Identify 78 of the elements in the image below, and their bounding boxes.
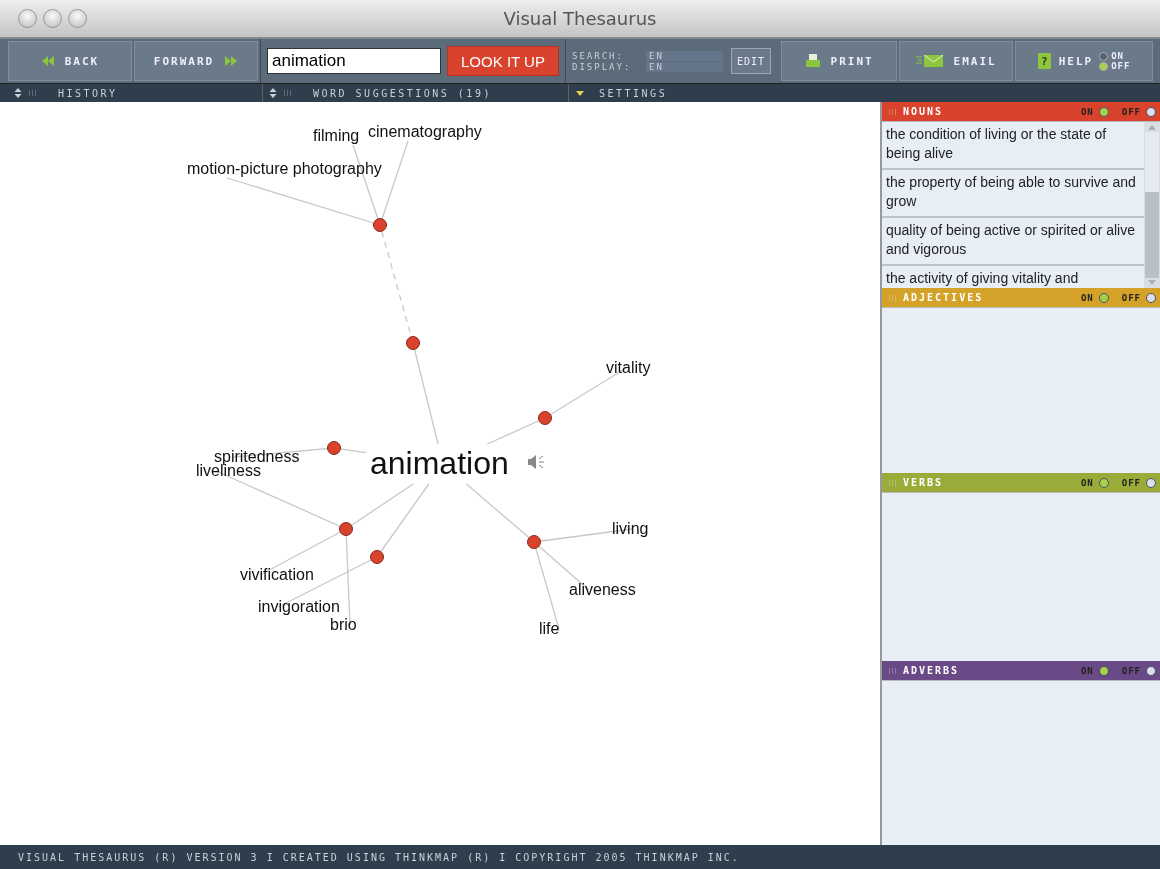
grip-icon <box>888 108 898 115</box>
grip-icon <box>888 667 898 674</box>
word-label[interactable]: motion-picture photography <box>187 160 382 177</box>
word-label[interactable]: living <box>612 520 649 537</box>
printer-icon <box>804 53 821 69</box>
panel-title: ADJECTIVES <box>903 292 984 303</box>
meaning-node[interactable] <box>406 336 420 350</box>
on-radio[interactable] <box>1098 292 1109 303</box>
display-language-value: EN <box>646 61 723 72</box>
off-radio[interactable] <box>1146 665 1156 676</box>
word-label[interactable]: filming <box>313 127 360 144</box>
display-language-label: DISPLAY: <box>572 61 633 72</box>
up-down-icon <box>14 88 22 98</box>
help-on-radio[interactable] <box>1099 51 1109 61</box>
back-arrows-icon <box>40 56 55 66</box>
back-button[interactable]: BACK <box>8 41 132 81</box>
meaning-node[interactable] <box>370 550 384 564</box>
on-radio[interactable] <box>1098 477 1109 488</box>
search-field[interactable]: animation <box>267 48 441 74</box>
edit-button[interactable]: EDIT <box>731 48 772 74</box>
search-language-label: SEARCH: <box>572 50 625 61</box>
up-down-icon <box>269 88 277 98</box>
off-radio[interactable] <box>1146 292 1156 303</box>
word-label[interactable]: brio <box>330 616 357 633</box>
off-label: OFF <box>1121 106 1141 117</box>
section-toggle[interactable]: HISTORY <box>8 84 124 102</box>
word-label[interactable]: vivification <box>240 566 314 583</box>
meaning-node[interactable] <box>538 411 552 425</box>
word-label[interactable]: cinematography <box>368 123 482 140</box>
off-label: OFF <box>1121 477 1141 488</box>
on-label: ON <box>1080 106 1094 117</box>
zoom-button[interactable] <box>68 9 87 28</box>
on-label: ON <box>1080 477 1094 488</box>
search-language-value: EN <box>646 50 723 61</box>
panel-title: ADVERBS <box>903 665 960 676</box>
meaning-node[interactable] <box>327 441 341 455</box>
help-button[interactable]: ? HELP <box>1037 53 1094 69</box>
grip-icon <box>28 90 38 96</box>
section-toggle[interactable]: SETTINGS <box>569 84 674 102</box>
grip-icon <box>888 479 898 486</box>
section-toggle[interactable]: WORD SUGGESTIONS (19) <box>263 84 498 102</box>
on-label: ON <box>1080 665 1094 676</box>
help-off-label: OFF <box>1111 61 1131 71</box>
close-button[interactable] <box>18 9 37 28</box>
print-button[interactable]: PRINT <box>781 41 898 81</box>
help-icon: ? <box>1037 53 1051 69</box>
meaning-node[interactable] <box>339 522 353 536</box>
word-label[interactable]: life <box>539 620 560 637</box>
on-radio[interactable] <box>1098 106 1109 117</box>
on-radio[interactable] <box>1098 665 1109 676</box>
window-title: Visual Thesaurus <box>503 8 657 29</box>
dropdown-caret-icon <box>575 89 585 97</box>
forward-arrows-icon <box>224 56 239 66</box>
footer-text: VISUAL THESAURUS (R) VERSION 3 I CREATED USING THINKMAP (R) I COPYRIGHT 2005 THINKMAP INC. <box>18 851 740 863</box>
word-label[interactable]: vitality <box>606 359 651 376</box>
on-label: ON <box>1080 292 1094 303</box>
speaker-icon[interactable] <box>528 455 545 469</box>
center-word: animation <box>370 445 509 481</box>
meaning-node[interactable] <box>527 535 541 549</box>
help-off-radio[interactable] <box>1099 61 1109 71</box>
look-it-up-button[interactable]: LOOK IT UP <box>447 46 559 76</box>
off-radio[interactable] <box>1146 477 1156 488</box>
help-on-label: ON <box>1111 51 1125 61</box>
grip-icon <box>888 294 898 301</box>
panel-title: VERBS <box>903 477 944 488</box>
panel-title: NOUNS <box>903 106 944 117</box>
off-label: OFF <box>1121 292 1141 303</box>
word-label[interactable]: aliveness <box>569 581 636 598</box>
forward-button[interactable]: FORWARD <box>134 41 258 81</box>
grip-icon <box>283 90 293 96</box>
word-label[interactable]: invigoration <box>258 598 340 615</box>
envelope-icon <box>915 54 944 68</box>
off-label: OFF <box>1121 665 1141 676</box>
off-radio[interactable] <box>1146 106 1156 117</box>
word-label[interactable]: spiritedness <box>214 448 300 465</box>
email-button[interactable]: EMAIL <box>899 41 1014 81</box>
minimize-button[interactable] <box>43 9 62 28</box>
meaning-node[interactable] <box>373 218 387 232</box>
